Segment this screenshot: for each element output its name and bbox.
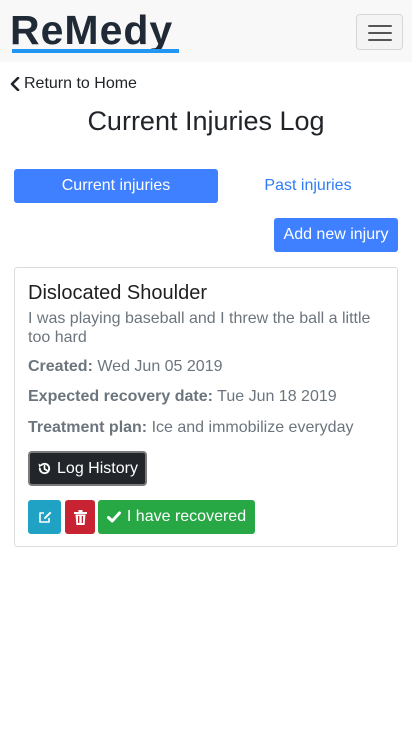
recovered-label: I have recovered — [126, 508, 247, 525]
brand-logo[interactable]: ReMedy — [10, 6, 179, 54]
check-icon — [106, 511, 121, 523]
edit-injury-button[interactable] — [28, 500, 61, 534]
created-field: Created: Wed Jun 05 2019 — [28, 358, 223, 376]
tab-past-injuries[interactable]: Past injuries — [218, 169, 398, 203]
tab-current-injuries[interactable]: Current injuries — [14, 169, 218, 203]
hamburger-icon-line — [368, 32, 392, 34]
trash-icon — [73, 509, 87, 525]
log-history-label: Log History — [57, 459, 138, 477]
return-home-link[interactable]: Return to Home — [10, 74, 137, 94]
page-title: Current Injuries Log — [87, 106, 325, 136]
logo-underline — [12, 49, 179, 53]
created-label: Created: — [28, 358, 93, 375]
return-home-label: Return to Home — [24, 75, 137, 92]
edit-icon — [38, 511, 51, 523]
navbar: ReMedy — [0, 0, 412, 62]
recovered-button[interactable]: I have recovered — [98, 500, 255, 534]
treatment-plan-label: Treatment plan: — [28, 419, 148, 436]
created-value: Wed Jun 05 2019 — [97, 358, 223, 375]
delete-injury-button[interactable] — [65, 500, 95, 534]
brand-name: ReMedy — [10, 7, 174, 53]
injury-card: Dislocated Shoulder I was playing baseba… — [14, 267, 398, 547]
treatment-plan-value: Ice and immobilize everyday — [151, 419, 354, 436]
chevron-left-icon — [10, 77, 20, 91]
log-history-button[interactable]: Log History — [28, 451, 147, 486]
recovery-date-value: Tue Jun 18 2019 — [217, 388, 337, 405]
treatment-plan-field: Treatment plan: Ice and immobilize every… — [28, 419, 353, 437]
recovery-date-field: Expected recovery date: Tue Jun 18 2019 — [28, 388, 337, 406]
injury-title: Dislocated Shoulder — [28, 282, 207, 304]
recovery-date-label: Expected recovery date: — [28, 388, 213, 405]
hamburger-icon — [368, 25, 392, 27]
menu-toggle-button[interactable] — [356, 14, 403, 50]
injury-description: I was playing baseball and I threw the b… — [28, 310, 371, 346]
history-icon — [38, 462, 51, 475]
add-new-injury-button[interactable]: Add new injury — [274, 218, 398, 252]
hamburger-icon-line — [368, 39, 392, 41]
